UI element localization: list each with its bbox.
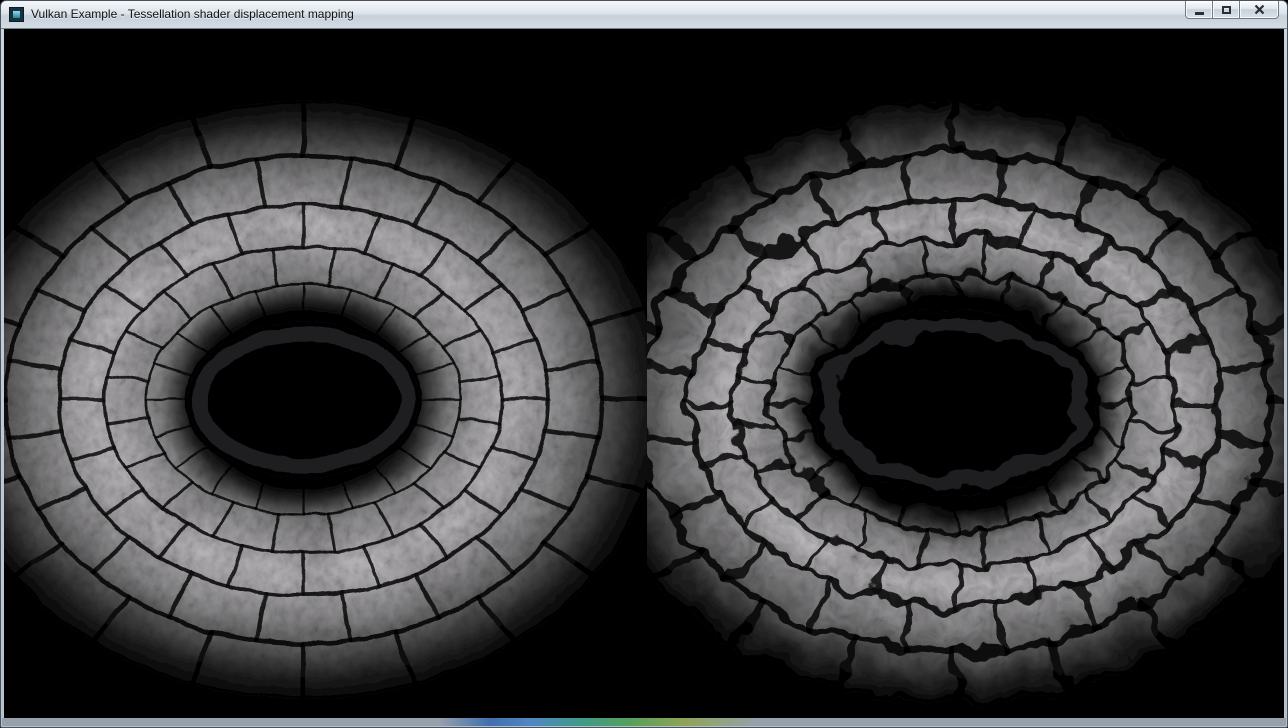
minimize-icon (1195, 12, 1204, 15)
app-icon-glyph (13, 11, 20, 18)
close-icon (1254, 4, 1265, 15)
maximize-icon (1222, 6, 1231, 14)
close-button[interactable] (1239, 1, 1279, 19)
minimize-button[interactable] (1185, 1, 1213, 19)
titlebar[interactable]: Vulkan Example - Tessellation shader dis… (1, 1, 1287, 29)
maximize-button[interactable] (1212, 1, 1240, 19)
vulkan-scene (4, 29, 1284, 718)
app-icon[interactable] (9, 7, 24, 22)
bottom-frame (2, 718, 1286, 726)
window-controls (1186, 1, 1279, 19)
window-title: Vulkan Example - Tessellation shader dis… (31, 1, 354, 29)
render-viewport[interactable] (4, 29, 1284, 718)
app-window: Vulkan Example - Tessellation shader dis… (0, 0, 1288, 728)
